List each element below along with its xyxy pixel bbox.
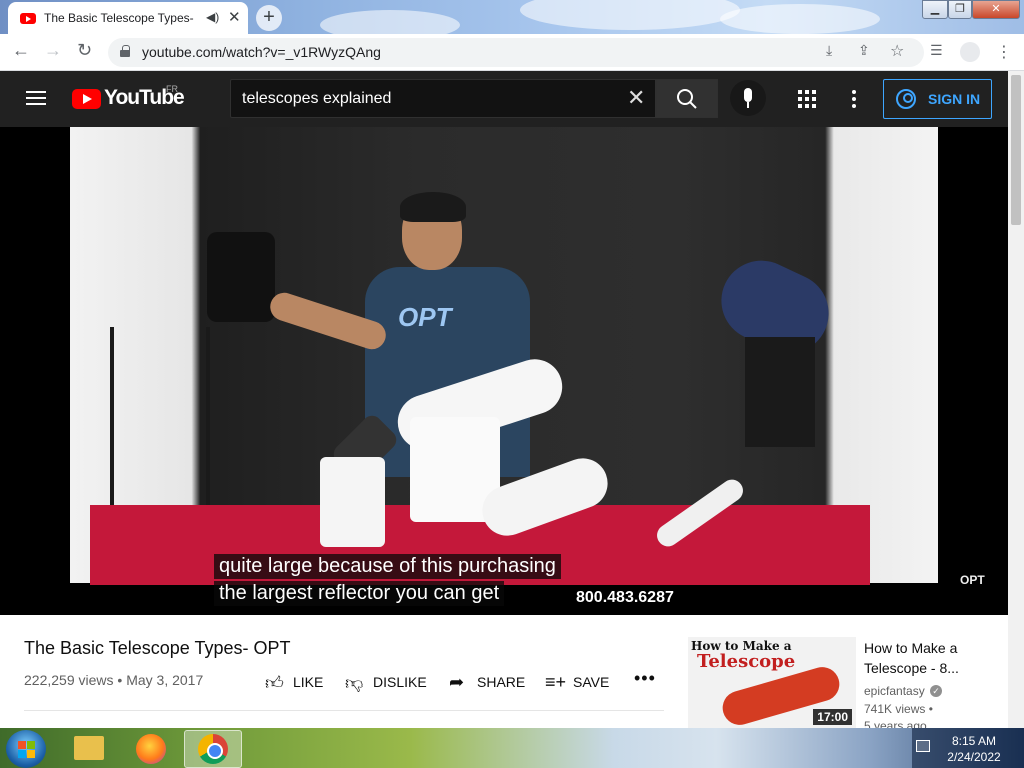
minimize-button[interactable]: ▁ <box>922 0 948 19</box>
recommended-thumbnail[interactable]: How to Make a Telescope 17:00 <box>688 637 856 728</box>
add-to-playlist-icon: ≡+ <box>545 672 567 692</box>
share-button[interactable]: ➦ SHARE <box>449 672 526 692</box>
recommended-channel[interactable]: epicfantasy <box>864 684 925 698</box>
meta-separator: • <box>117 672 123 688</box>
dislike-button[interactable]: 👎︎ DISLIKE <box>345 673 427 693</box>
subtitle-line-2: the largest reflector you can get <box>214 581 505 606</box>
sign-in-label: SIGN IN <box>928 91 981 107</box>
video-scene-mount <box>745 337 815 447</box>
video-scene-small-base <box>320 457 385 547</box>
like-button[interactable]: 👍︎ LIKE <box>265 673 324 693</box>
search-button[interactable] <box>656 79 718 118</box>
new-tab-button[interactable]: + <box>256 5 282 31</box>
upload-date: May 3, 2017 <box>126 672 204 688</box>
video-title: The Basic Telescope Types- OPT <box>24 638 291 658</box>
lock-icon[interactable] <box>120 45 130 57</box>
network-icon[interactable] <box>916 740 930 752</box>
browser-toolbar: ← → ↻ youtube.com/watch?v=_v1RWyzQAng ⤓ … <box>0 34 1024 71</box>
start-button-icon[interactable] <box>6 730 46 768</box>
voice-search-icon[interactable] <box>730 80 766 116</box>
video-scene-hair <box>400 192 466 222</box>
page-scrollbar[interactable] <box>1008 71 1024 728</box>
chrome-icon <box>198 734 228 764</box>
share-icon[interactable]: ⇪ <box>858 42 870 59</box>
tab-close-icon[interactable]: ✕ <box>228 8 241 26</box>
settings-menu-icon[interactable] <box>852 90 856 108</box>
video-meta: 222,259 views • May 3, 2017 <box>24 672 203 688</box>
save-label: SAVE <box>573 674 610 690</box>
thumbnail-text-2: Telescope <box>697 651 796 672</box>
recommended-age: 5 years ago <box>864 719 927 728</box>
kebab-menu-icon[interactable]: ⋮ <box>996 42 1012 62</box>
clock-time: 8:15 AM <box>951 734 997 748</box>
search-value[interactable]: telescopes explained <box>242 90 391 108</box>
browser-tab-active[interactable]: The Basic Telescope Types- OPT ◀) ✕ <box>8 2 248 34</box>
close-window-button[interactable]: ✕ <box>972 0 1020 19</box>
taskbar-clock[interactable]: 8:15 AM 2/24/2022 <box>944 733 1004 765</box>
share-arrow-icon: ➦ <box>449 672 465 692</box>
view-count: 222,259 views <box>24 672 114 688</box>
youtube-logo-icon[interactable] <box>72 89 101 109</box>
recommended-views: 741K views • <box>864 702 933 716</box>
scrollbar-thumb[interactable] <box>1011 75 1021 225</box>
recommended-title[interactable]: How to Make a Telescope - 8... <box>864 638 1004 678</box>
firefox-icon <box>136 734 166 764</box>
shirt-logo: OPT <box>398 302 452 332</box>
verified-check-icon: ✓ <box>930 685 942 697</box>
address-bar[interactable]: youtube.com/watch?v=_v1RWyzQAng <box>108 38 924 67</box>
like-label: LIKE <box>293 674 324 690</box>
apps-grid-icon[interactable] <box>798 90 816 108</box>
sign-in-button[interactable]: SIGN IN <box>883 79 992 119</box>
window-controls: ▁ ❐ ✕ <box>922 0 1022 20</box>
url-text[interactable]: youtube.com/watch?v=_v1RWyzQAng <box>142 44 381 60</box>
video-player[interactable]: OPT quite large because of this purchasi… <box>0 127 1008 615</box>
more-actions-icon[interactable]: ••• <box>634 668 656 689</box>
channel-watermark: OPT <box>960 573 985 587</box>
menu-icon[interactable] <box>26 91 46 105</box>
divider <box>24 710 664 711</box>
thumbs-up-icon: 👍︎ <box>265 673 284 693</box>
install-icon[interactable]: ⤓ <box>826 42 832 59</box>
account-icon <box>896 89 916 109</box>
subtitle-line-1: quite large because of this purchasing <box>214 554 561 579</box>
folder-icon <box>74 736 104 760</box>
video-scene-dish <box>207 232 275 322</box>
tab-title: The Basic Telescope Types- OPT <box>44 11 194 25</box>
forward-arrow-icon[interactable]: → <box>44 40 62 61</box>
thumbs-down-icon: 👎︎ <box>345 673 364 693</box>
clear-search-icon[interactable]: ✕ <box>627 85 645 111</box>
share-label: SHARE <box>477 674 526 690</box>
video-duration: 17:00 <box>813 709 852 725</box>
phone-number-overlay: 800.483.6287 <box>576 589 674 606</box>
profile-icon[interactable] <box>960 42 980 62</box>
save-button[interactable]: ≡+ SAVE <box>545 672 610 692</box>
youtube-favicon <box>20 13 36 24</box>
search-input[interactable]: telescopes explained ✕ <box>230 79 656 118</box>
reload-icon[interactable]: ↻ <box>77 40 92 61</box>
dislike-label: DISLIKE <box>373 674 427 690</box>
country-code: FR <box>166 84 178 94</box>
speaker-icon[interactable]: ◀) <box>206 10 219 24</box>
clock-date: 2/24/2022 <box>947 750 1001 764</box>
star-icon[interactable]: ☆ <box>890 41 904 61</box>
back-arrow-icon[interactable]: ← <box>12 40 30 61</box>
reading-list-icon[interactable]: ☰ <box>930 42 943 59</box>
restore-button[interactable]: ❐ <box>948 0 972 19</box>
search-icon <box>677 89 697 109</box>
